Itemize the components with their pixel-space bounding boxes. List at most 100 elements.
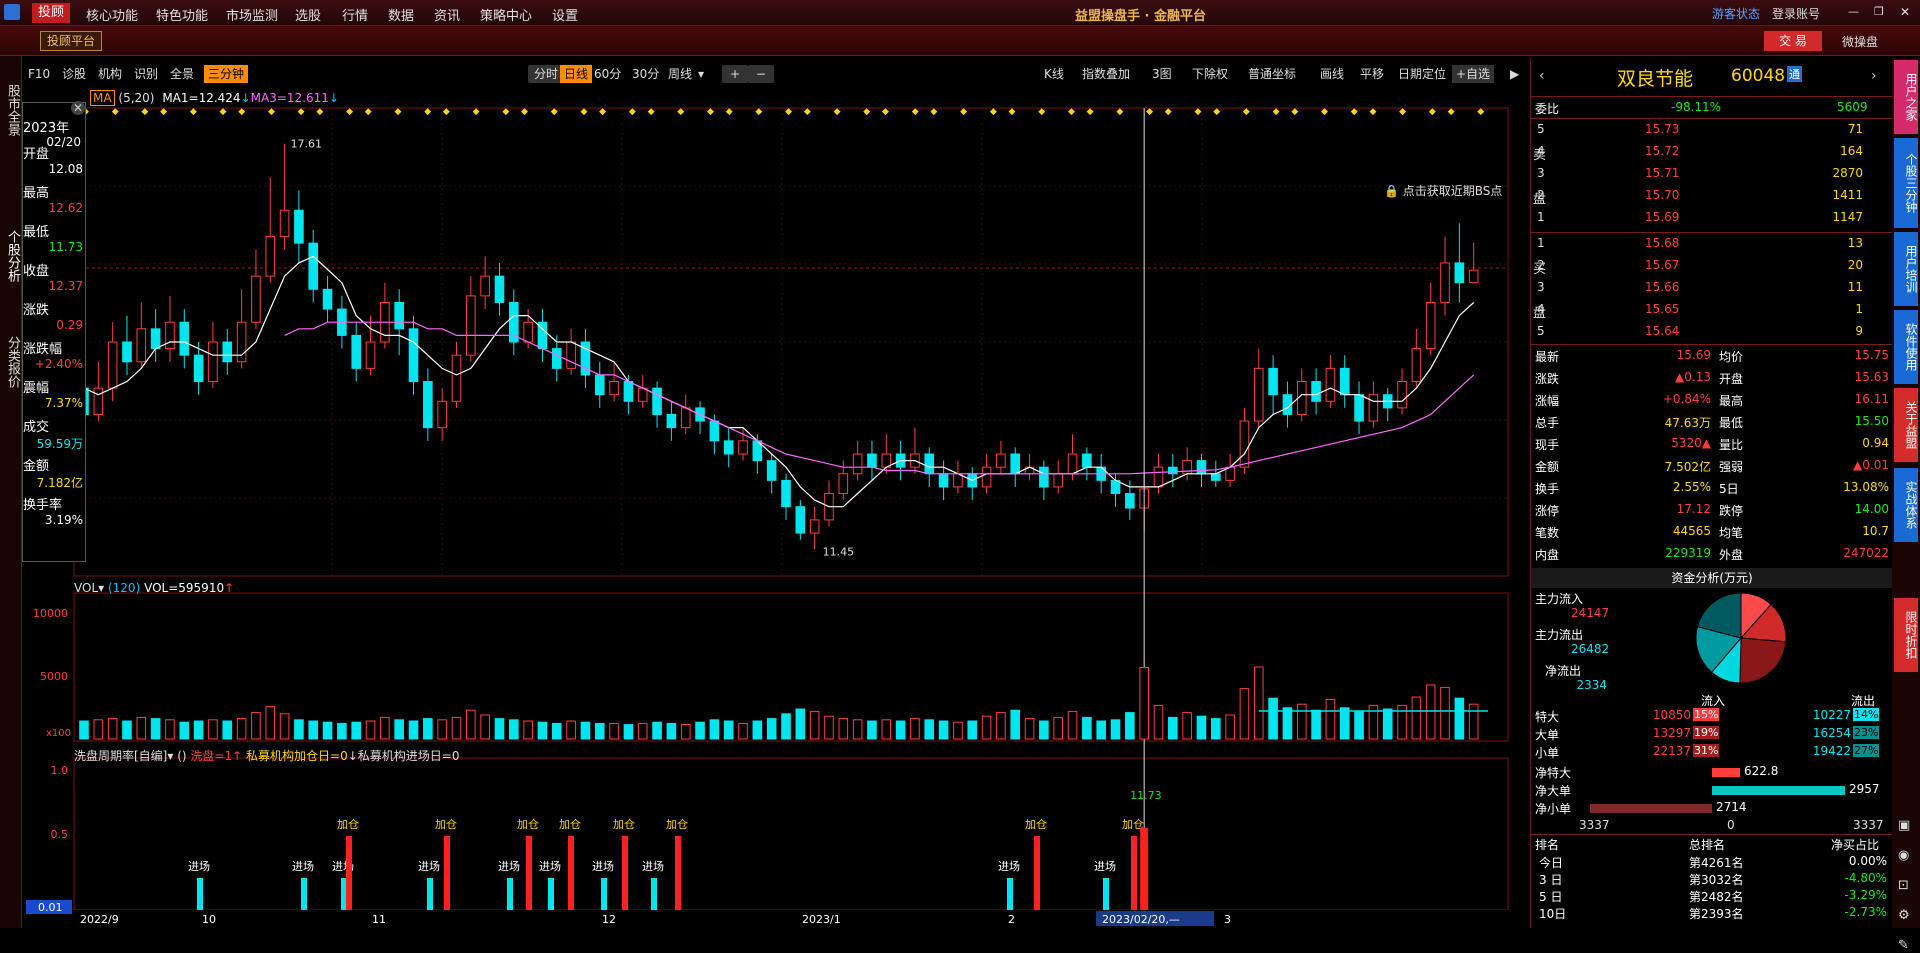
signal-diamond: ◆	[930, 107, 937, 117]
candle-body	[709, 420, 720, 442]
candle-body	[222, 341, 233, 363]
entry-bar	[301, 878, 307, 910]
info-label: 涨跌	[23, 303, 50, 318]
info-label: 金额	[23, 459, 50, 474]
candle-body	[294, 209, 304, 244]
stat-label: 开盘	[1719, 372, 1744, 386]
volume-bar	[1440, 686, 1450, 740]
signal-diamond: ◆	[1429, 107, 1436, 117]
tab-market-overview[interactable]: 股市全景	[2, 62, 20, 158]
menu-feature[interactable]: 特色功能	[156, 5, 208, 24]
menu-news[interactable]: 资讯	[434, 5, 460, 24]
settings-icon[interactable]: ⚙	[1898, 908, 1910, 923]
menu-quote[interactable]: 行情	[342, 5, 368, 24]
sell-price[interactable]: 15.71	[1645, 166, 1679, 180]
bs-hint[interactable]: 🔒 点击获取近期BS点	[1384, 182, 1502, 199]
menu-monitor[interactable]: 市场监测	[226, 5, 278, 24]
restore-icon[interactable]: ❐	[1874, 5, 1884, 18]
candle-body	[723, 440, 734, 455]
tab-about[interactable]: 关于益盟	[1894, 388, 1918, 462]
eye-icon[interactable]: ◉	[1898, 848, 1909, 863]
buy-price[interactable]: 15.68	[1645, 236, 1679, 250]
tab-three-min[interactable]: 个股三分钟	[1894, 138, 1918, 228]
menu-core[interactable]: 核心功能	[86, 5, 138, 24]
volume-bar	[179, 721, 190, 740]
tab-practice[interactable]: 实战体系	[1894, 468, 1918, 542]
login-link[interactable]: 登录账号	[1772, 5, 1820, 22]
net-row-label: 净大单	[1535, 784, 1572, 798]
guest-status[interactable]: 游客状态	[1712, 5, 1760, 22]
candle-body	[1168, 466, 1178, 475]
fund-in-value: 22137	[1652, 744, 1691, 758]
volume-bar	[193, 720, 204, 740]
tab-stock-analysis[interactable]: 个股分析	[2, 208, 20, 304]
signal-diamond: ◆	[882, 107, 889, 117]
menu-strategy[interactable]: 策略中心	[480, 5, 532, 24]
entry-label: 进场	[292, 859, 314, 873]
candle-body	[1354, 394, 1364, 422]
chart-canvas[interactable]: ◆ ◆ ◆ ◆ ◆ ◆ ◆ ◆ ◆ ◆ ◆ ◆ ◆ ◆ ◆ ◆ ◆ ◆ ◆ ◆ ◆ ◆ ◆ ◆ ◆ ◆ ◆ ◆ ◆ ◆ ◆ ◆ ◆ ◆ ◆ ◆ ◆ ◆ ◆ ◆…	[22, 58, 1530, 928]
stat-label: 跌停	[1719, 504, 1744, 518]
next-stock-icon[interactable]: ›	[1871, 68, 1877, 84]
ind-label[interactable]: 洗盘周期率[自编]	[74, 749, 167, 763]
fund-in-pct: 15%	[1693, 708, 1720, 721]
signal-diamond: ◆	[160, 107, 167, 117]
signal-diamond: ◆	[1087, 107, 1094, 117]
signal-diamond: ◆	[190, 107, 197, 117]
stat-label: 总手	[1535, 416, 1560, 430]
main-out-label: 主力流出	[1535, 628, 1584, 642]
add-bar	[568, 836, 574, 910]
stat-label: 外盘	[1719, 548, 1744, 562]
stat-label: 强弱	[1719, 460, 1744, 474]
col-out-label: 流出	[1851, 694, 1876, 708]
tab-software[interactable]: 软件使用	[1894, 310, 1918, 384]
x-axis-label: 11	[372, 913, 386, 926]
trade-button[interactable]: 交 易	[1764, 31, 1822, 51]
menu-touguo[interactable]: 投顾	[32, 3, 71, 23]
close-info-icon[interactable]: ✕	[71, 101, 85, 115]
buy-price[interactable]: 15.65	[1645, 302, 1679, 316]
candle-body	[1196, 460, 1207, 475]
volume-bar	[566, 720, 576, 740]
weipan-button[interactable]: 微操盘	[1842, 33, 1878, 50]
sell-price[interactable]: 15.69	[1645, 210, 1679, 224]
camera-icon[interactable]: ▣	[1898, 818, 1910, 833]
volume-bar	[781, 713, 791, 740]
prev-stock-icon[interactable]: ‹	[1539, 68, 1545, 84]
tools-icon[interactable]: ✎	[1898, 938, 1909, 953]
sell-price[interactable]: 15.70	[1645, 188, 1679, 202]
vol-label[interactable]: VOL	[74, 581, 98, 595]
volume-bar	[93, 719, 104, 740]
buy-price[interactable]: 15.67	[1645, 258, 1679, 272]
volume-bar	[136, 716, 147, 740]
tab-user-home[interactable]: 用户之家	[1894, 60, 1918, 134]
net-out-value: 2334	[1576, 678, 1607, 692]
tab-training[interactable]: 用户培训	[1894, 232, 1918, 306]
signal-diamond: ◆	[298, 107, 305, 117]
menu-settings[interactable]: 设置	[552, 5, 578, 24]
tab-category-quote[interactable]: 分类报价	[2, 322, 20, 402]
tab-discount[interactable]: 限时折扣	[1894, 598, 1918, 672]
buy-price[interactable]: 15.64	[1645, 324, 1679, 338]
volume-bar	[122, 720, 132, 740]
sell-price[interactable]: 15.73	[1645, 122, 1679, 136]
buy-price[interactable]: 15.66	[1645, 280, 1679, 294]
weibi-value: -98.11%	[1671, 100, 1722, 114]
stat-label: 均笔	[1719, 526, 1744, 540]
menu-select[interactable]: 选股	[295, 5, 321, 24]
close-icon[interactable]: ✕	[1900, 5, 1910, 19]
minimize-icon[interactable]: —	[1848, 5, 1859, 18]
buy-level: 3	[1537, 280, 1545, 294]
buy-level: 5	[1537, 324, 1545, 338]
menu-data[interactable]: 数据	[388, 5, 414, 24]
candle-body	[996, 453, 1006, 468]
vol-tick: 5000	[40, 670, 68, 683]
sell-price[interactable]: 15.72	[1645, 144, 1679, 158]
stat-value: ▲0.13	[1675, 370, 1711, 384]
advisor-platform-button[interactable]: 投顾平台	[40, 31, 103, 51]
candle-body	[609, 381, 619, 396]
crop-icon[interactable]: ⊡	[1898, 878, 1909, 893]
candle-body	[623, 381, 634, 402]
net-bar	[1712, 786, 1845, 795]
stat-label: 涨跌	[1535, 372, 1560, 386]
